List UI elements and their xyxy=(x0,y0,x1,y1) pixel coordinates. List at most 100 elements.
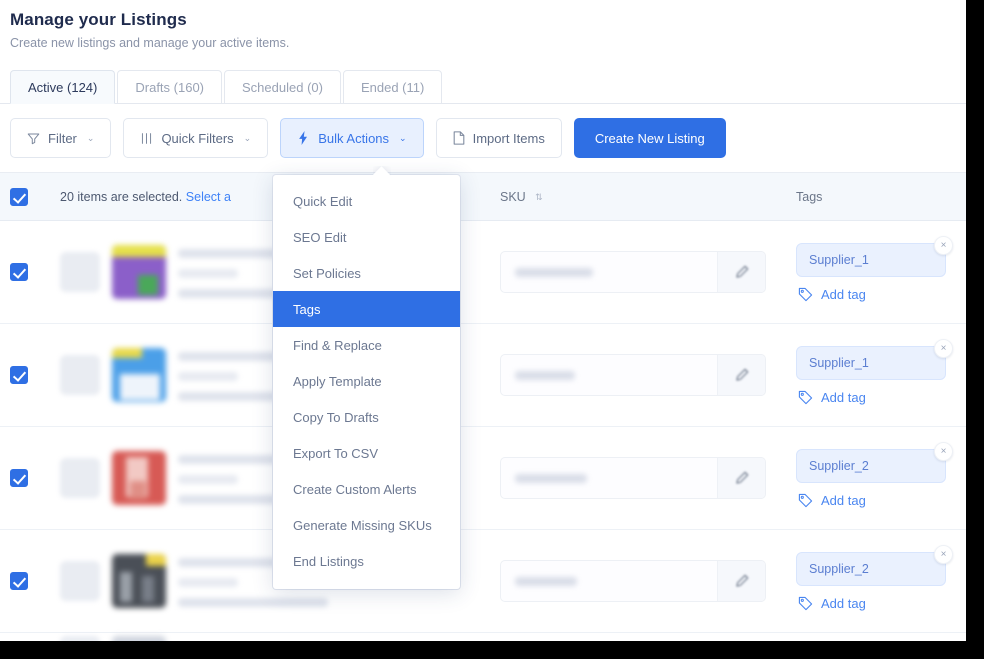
pencil-icon xyxy=(735,574,748,587)
menu-item-set-policies[interactable]: Set Policies xyxy=(273,255,460,291)
sku-field[interactable] xyxy=(500,251,766,293)
sku-cell xyxy=(500,354,796,396)
row-select-cell xyxy=(10,366,60,384)
sku-edit-button[interactable] xyxy=(717,252,765,292)
menu-item-create-custom-alerts[interactable]: Create Custom Alerts xyxy=(273,471,460,507)
document-icon xyxy=(453,131,465,145)
add-tag-button[interactable]: Add tag xyxy=(796,493,952,508)
tags-cell: Supplier_2 × Add tag xyxy=(796,441,966,508)
sku-field[interactable] xyxy=(500,457,766,499)
close-icon[interactable]: × xyxy=(934,338,953,358)
tags-cell: Supplier_1 × Add tag xyxy=(796,235,966,302)
row-checkbox[interactable] xyxy=(10,263,28,281)
tab-active[interactable]: Active (124) xyxy=(10,70,116,104)
sku-field[interactable] xyxy=(500,560,766,602)
add-tag-button[interactable]: Add tag xyxy=(796,287,952,302)
sku-value xyxy=(501,267,717,277)
row-checkbox[interactable] xyxy=(10,572,28,590)
sku-cell xyxy=(500,457,796,499)
tab-ended[interactable]: Ended (11) xyxy=(342,70,443,104)
sku-edit-button[interactable] xyxy=(717,458,765,498)
tab-scheduled[interactable]: Scheduled (0) xyxy=(224,70,341,104)
row-checkbox[interactable] xyxy=(10,366,28,384)
sku-cell xyxy=(500,251,796,293)
tag-icon xyxy=(798,390,813,405)
quick-filters-button[interactable]: Quick Filters ⌄ xyxy=(123,118,269,158)
tab-drafts[interactable]: Drafts (160) xyxy=(117,70,223,104)
sku-column-header[interactable]: SKU ⇅ xyxy=(500,188,796,206)
select-all-checkbox[interactable] xyxy=(10,187,28,206)
page-header: Manage your Listings Create new listings… xyxy=(0,0,966,50)
listing-thumbnail xyxy=(112,245,166,299)
add-tag-button[interactable]: Add tag xyxy=(796,390,952,405)
page-title: Manage your Listings xyxy=(10,10,187,29)
row-select-cell xyxy=(10,572,60,590)
close-icon[interactable]: × xyxy=(934,441,953,461)
quick-filters-button-label: Quick Filters xyxy=(161,130,234,146)
sku-edit-button[interactable] xyxy=(717,561,765,601)
sku-column-label: SKU xyxy=(500,189,526,204)
row-select-cell xyxy=(10,469,60,487)
filter-button[interactable]: Filter ⌄ xyxy=(10,118,112,158)
sku-value xyxy=(501,473,717,483)
tag-chip[interactable]: Supplier_2 × xyxy=(796,544,953,586)
listing-meta-line xyxy=(178,474,238,484)
add-tag-label: Add tag xyxy=(821,286,866,302)
listing-thumbnail xyxy=(112,348,166,402)
table-row[interactable]: Supplier_1 × Add tag xyxy=(0,221,966,324)
select-all-link[interactable]: Select a xyxy=(186,190,231,204)
listing-thumbnail xyxy=(112,554,166,608)
menu-item-find-replace[interactable]: Find & Replace xyxy=(273,327,460,363)
drag-handle-placeholder xyxy=(60,355,100,395)
table-row[interactable]: Supplier_1 × Add tag xyxy=(0,324,966,427)
tags-column-label: Tags xyxy=(796,189,823,204)
filter-button-label: Filter xyxy=(48,130,77,146)
tag-chip-label: Supplier_2 xyxy=(809,561,869,576)
tag-icon xyxy=(798,596,813,611)
drag-handle-placeholder xyxy=(60,458,100,498)
chevron-down-icon: ⌄ xyxy=(399,132,407,143)
add-tag-label: Add tag xyxy=(821,389,866,405)
row-checkbox[interactable] xyxy=(10,469,28,487)
tag-chip[interactable]: Supplier_1 × xyxy=(796,338,953,380)
table-row[interactable]: Supplier_2 × Add tag xyxy=(0,530,966,633)
import-items-button-label: Import Items xyxy=(472,130,545,146)
page-subtitle: Create new listings and manage your acti… xyxy=(10,36,290,50)
tag-icon xyxy=(798,287,813,302)
menu-item-end-listings[interactable]: End Listings xyxy=(273,543,460,579)
drag-handle-placeholder xyxy=(60,561,100,601)
close-icon[interactable]: × xyxy=(934,235,953,255)
close-icon[interactable]: × xyxy=(934,544,953,564)
menu-item-copy-to-drafts[interactable]: Copy To Drafts xyxy=(273,399,460,435)
menu-item-generate-missing-skus[interactable]: Generate Missing SKUs xyxy=(273,507,460,543)
menu-item-tags[interactable]: Tags xyxy=(273,291,460,327)
listing-meta-line xyxy=(178,577,238,587)
bulk-actions-button-label: Bulk Actions xyxy=(318,130,390,146)
bulk-actions-button[interactable]: Bulk Actions ⌄ xyxy=(280,118,424,158)
select-all-cell xyxy=(10,187,60,206)
menu-item-seo-edit[interactable]: SEO Edit xyxy=(273,219,460,255)
frame-edge-right xyxy=(966,0,984,659)
create-new-listing-button[interactable]: Create New Listing xyxy=(573,118,726,158)
menu-item-apply-template[interactable]: Apply Template xyxy=(273,363,460,399)
tag-chip[interactable]: Supplier_2 × xyxy=(796,441,953,483)
sort-icon[interactable]: ⇅ xyxy=(535,192,543,203)
tags-column-header: Tags xyxy=(796,188,966,206)
sku-edit-button[interactable] xyxy=(717,355,765,395)
tag-chip[interactable]: Supplier_1 × xyxy=(796,235,953,277)
table-row[interactable] xyxy=(0,633,966,641)
pencil-icon xyxy=(735,368,748,381)
frame-edge-bottom xyxy=(0,641,984,659)
sku-field[interactable] xyxy=(500,354,766,396)
add-tag-label: Add tag xyxy=(821,595,866,611)
listings-page: Manage your Listings Create new listings… xyxy=(0,0,966,641)
table-row[interactable]: Supplier_2 × Add tag xyxy=(0,427,966,530)
menu-item-quick-edit[interactable]: Quick Edit xyxy=(273,183,460,219)
chevron-down-icon: ⌄ xyxy=(243,132,252,143)
import-items-button[interactable]: Import Items xyxy=(435,118,562,158)
bulk-actions-dropdown: Quick Edit SEO Edit Set Policies Tags Fi… xyxy=(273,175,460,589)
dropdown-pointer xyxy=(373,166,391,176)
add-tag-button[interactable]: Add tag xyxy=(796,596,952,611)
menu-item-export-to-csv[interactable]: Export To CSV xyxy=(273,435,460,471)
toolbar: Filter ⌄ Quick Filters ⌄ Bulk Actions ⌄ … xyxy=(0,104,966,172)
